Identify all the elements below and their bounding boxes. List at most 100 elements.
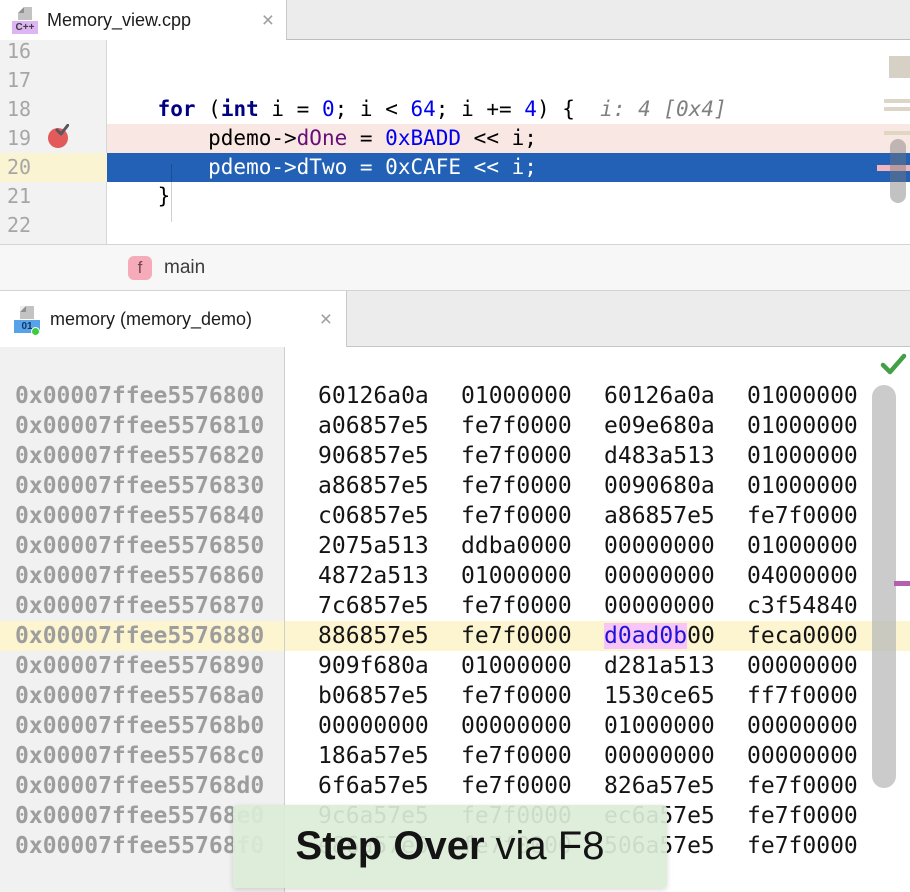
memory-cell[interactable]: 186a57e5 (318, 741, 461, 771)
memory-row[interactable]: 60126a0a0100000060126a0a01000000 (285, 381, 910, 411)
memory-cell[interactable]: fe7f0000 (461, 741, 604, 771)
memory-cell[interactable]: fe7f0000 (461, 471, 604, 501)
memory-cell[interactable]: 01000000 (461, 651, 604, 681)
memory-cell[interactable]: 0090680a (604, 471, 747, 501)
memory-cell[interactable]: 01000000 (461, 381, 604, 411)
memory-scrollbar-thumb[interactable] (872, 385, 896, 788)
memory-cell[interactable]: 04000000 (747, 561, 890, 591)
memory-cell[interactable]: fe7f0000 (461, 621, 604, 651)
memory-cell[interactable]: fe7f0000 (461, 681, 604, 711)
memory-cell[interactable]: 00000000 (318, 711, 461, 741)
memory-cell[interactable]: b06857e5 (318, 681, 461, 711)
memory-row[interactable]: 909f680a01000000d281a51300000000 (285, 651, 910, 681)
memory-cell[interactable]: 826a57e5 (604, 771, 747, 801)
memory-cell[interactable]: a86857e5 (604, 501, 747, 531)
memory-cell[interactable]: fe7f0000 (461, 501, 604, 531)
memory-row[interactable]: b06857e5fe7f00001530ce65ff7f0000 (285, 681, 910, 711)
memory-cell[interactable]: 7c6857e5 (318, 591, 461, 621)
code-line[interactable]: 17 (0, 66, 910, 95)
gutter-cell[interactable]: 20 (0, 153, 107, 182)
memory-cell[interactable]: 4872a513 (318, 561, 461, 591)
memory-address[interactable]: 0x00007ffee5576800 (0, 381, 284, 411)
code-line[interactable]: 19 pdemo->dOne = 0xBADD << i; (0, 124, 910, 153)
memory-cell[interactable]: fe7f0000 (461, 771, 604, 801)
memory-cell[interactable]: 00000000 (747, 651, 890, 681)
memory-cell[interactable]: 01000000 (604, 711, 747, 741)
breakpoint-icon[interactable] (48, 128, 68, 148)
memory-cell[interactable]: 01000000 (747, 531, 890, 561)
memory-cell[interactable]: 00000000 (604, 531, 747, 561)
memory-cell[interactable]: c06857e5 (318, 501, 461, 531)
memory-address[interactable]: 0x00007ffee5576830 (0, 471, 284, 501)
code-line[interactable]: 18 for (int i = 0; i < 64; i += 4) { i: … (0, 95, 910, 124)
memory-address[interactable]: 0x00007ffee5576810 (0, 411, 284, 441)
memory-address[interactable]: 0x00007ffee5576840 (0, 501, 284, 531)
memory-cell[interactable]: 00000000 (747, 711, 890, 741)
memory-row[interactable]: 2075a513ddba00000000000001000000 (285, 531, 910, 561)
memory-cell[interactable]: 00000000 (604, 741, 747, 771)
memory-row[interactable]: a86857e5fe7f00000090680a01000000 (285, 471, 910, 501)
memory-cell[interactable]: d281a513 (604, 651, 747, 681)
memory-address[interactable]: 0x00007ffee55768d0 (0, 771, 284, 801)
memory-cell[interactable]: feca0000 (747, 621, 890, 651)
memory-cell[interactable]: 1530ce65 (604, 681, 747, 711)
function-name[interactable]: main (164, 257, 205, 279)
code-line[interactable]: 22 (0, 211, 910, 240)
memory-address[interactable]: 0x00007ffee55768c0 (0, 741, 284, 771)
memory-cell[interactable]: 00000000 (461, 711, 604, 741)
memory-row[interactable]: 4872a513010000000000000004000000 (285, 561, 910, 591)
memory-cell[interactable]: a06857e5 (318, 411, 461, 441)
memory-cell[interactable]: 906857e5 (318, 441, 461, 471)
memory-row[interactable]: 7c6857e5fe7f000000000000c3f54840 (285, 591, 910, 621)
memory-cell[interactable]: 01000000 (747, 381, 890, 411)
gutter-cell[interactable]: 21 (0, 182, 107, 211)
close-icon[interactable]: × (320, 309, 332, 330)
code-line[interactable]: 16 (0, 40, 910, 66)
memory-row[interactable]: 186a57e5fe7f00000000000000000000 (285, 741, 910, 771)
code-line[interactable]: 20 pdemo->dTwo = 0xCAFE << i; (0, 153, 910, 182)
memory-row[interactable]: 906857e5fe7f0000d483a51301000000 (285, 441, 910, 471)
memory-row[interactable]: 6f6a57e5fe7f0000826a57e5fe7f0000 (285, 771, 910, 801)
memory-cell[interactable]: fe7f0000 (747, 771, 890, 801)
tab-memory-demo[interactable]: 01 memory (memory_demo) × (0, 291, 347, 347)
close-icon[interactable]: × (262, 10, 274, 31)
memory-cell[interactable]: fe7f0000 (747, 501, 890, 531)
gutter-cell[interactable]: 19 (0, 124, 107, 153)
memory-cell[interactable]: 909f680a (318, 651, 461, 681)
memory-row[interactable]: 00000000000000000100000000000000 (285, 711, 910, 741)
memory-cell[interactable]: fe7f0000 (461, 441, 604, 471)
memory-cell[interactable]: c3f54840 (747, 591, 890, 621)
editor-scrollbar-thumb[interactable] (890, 139, 906, 203)
memory-address[interactable]: 0x00007ffee5576880 (0, 621, 284, 651)
memory-cell[interactable]: 00000000 (604, 561, 747, 591)
gutter-cell[interactable]: 22 (0, 211, 107, 240)
memory-row[interactable]: c06857e5fe7f0000a86857e5fe7f0000 (285, 501, 910, 531)
memory-cell[interactable]: e09e680a (604, 411, 747, 441)
memory-cell[interactable]: 6f6a57e5 (318, 771, 461, 801)
memory-cell[interactable]: a86857e5 (318, 471, 461, 501)
memory-address[interactable]: 0x00007ffee5576820 (0, 441, 284, 471)
memory-cell[interactable]: fe7f0000 (461, 411, 604, 441)
gutter-cell[interactable]: 16 (0, 40, 107, 66)
memory-cell[interactable]: fe7f0000 (747, 831, 890, 861)
memory-cell[interactable]: ff7f0000 (747, 681, 890, 711)
memory-cell[interactable]: d483a513 (604, 441, 747, 471)
memory-cell[interactable]: 01000000 (747, 411, 890, 441)
memory-address[interactable]: 0x00007ffee5576890 (0, 651, 284, 681)
tab-memory-view-cpp[interactable]: C++ Memory_view.cpp × (0, 0, 287, 40)
memory-cell[interactable]: 886857e5 (318, 621, 461, 651)
code-line[interactable]: 21 } (0, 182, 910, 211)
memory-cell[interactable]: 2075a513 (318, 531, 461, 561)
gutter-cell[interactable]: 17 (0, 66, 107, 95)
code-editor[interactable]: 161718 for (int i = 0; i < 64; i += 4) {… (0, 40, 910, 245)
memory-address[interactable]: 0x00007ffee55768a0 (0, 681, 284, 711)
memory-cell[interactable]: 00000000 (747, 741, 890, 771)
memory-cell[interactable]: 60126a0a (604, 381, 747, 411)
memory-cell[interactable]: 01000000 (747, 441, 890, 471)
gutter-cell[interactable]: 18 (0, 95, 107, 124)
memory-cell[interactable]: 01000000 (461, 561, 604, 591)
memory-cell[interactable]: 00000000 (604, 591, 747, 621)
memory-address[interactable]: 0x00007ffee55768b0 (0, 711, 284, 741)
memory-cell[interactable]: fe7f0000 (461, 591, 604, 621)
memory-cell[interactable]: 01000000 (747, 471, 890, 501)
